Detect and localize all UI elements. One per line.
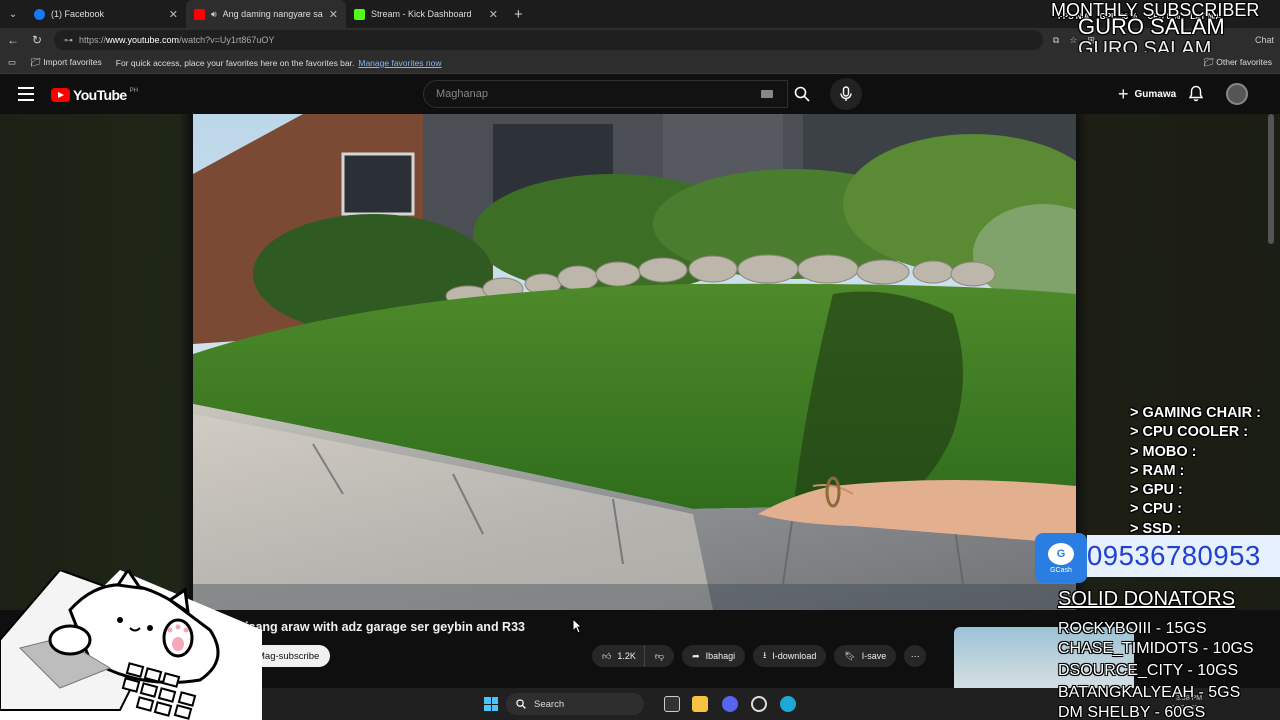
favorites-icon[interactable]: ☆ bbox=[1069, 35, 1077, 46]
chevron-down-icon: ⌄ bbox=[8, 8, 18, 20]
search-button[interactable] bbox=[787, 80, 817, 108]
youtube-header: YouTube PH Maghanap + Gumawa bbox=[0, 74, 1280, 114]
create-label: Gumawa bbox=[1134, 88, 1177, 100]
close-icon[interactable]: ✕ bbox=[169, 8, 178, 21]
create-button[interactable]: + Gumawa bbox=[1110, 82, 1184, 106]
task-view-icon[interactable] bbox=[664, 696, 680, 712]
donation-phone-number: 09536780953 bbox=[1087, 535, 1280, 577]
favorites-bar: ▭ 📁︎ Import favorites For quick access, … bbox=[0, 52, 1280, 74]
more-actions-button[interactable]: ⋯ bbox=[904, 645, 927, 667]
share-label: Ibahagi bbox=[705, 651, 736, 661]
search-input[interactable]: Maghanap bbox=[423, 80, 788, 108]
share-icon: ➦ bbox=[692, 650, 700, 661]
voice-search-button[interactable] bbox=[830, 78, 862, 110]
extensions-icon[interactable]: ⧉ bbox=[1053, 35, 1059, 46]
country-code: PH bbox=[129, 88, 138, 94]
donator-item: BATANGKALYEAH - 5GS bbox=[1058, 684, 1241, 701]
microphone-icon bbox=[840, 86, 852, 101]
close-icon[interactable]: ✕ bbox=[329, 8, 338, 21]
page-scrollbar[interactable] bbox=[1268, 114, 1274, 244]
search-icon bbox=[794, 86, 810, 102]
donator-item: CHASE_TIMIDOTS - 10GS bbox=[1058, 640, 1254, 657]
other-favorites[interactable]: 📁︎ Other favorites bbox=[1203, 57, 1272, 68]
site-info-icon[interactable]: ⊶ bbox=[64, 35, 73, 46]
profile-chat-label[interactable]: Chat bbox=[1255, 35, 1274, 45]
obs-icon[interactable] bbox=[751, 696, 767, 712]
video-frame-image bbox=[193, 114, 1076, 610]
dislike-button[interactable]: 👎︎ bbox=[643, 645, 675, 667]
tab-kick[interactable]: Stream - Kick Dashboard ✕ bbox=[346, 0, 506, 28]
notifications-icon[interactable] bbox=[1188, 85, 1204, 102]
windows-start-icon[interactable] bbox=[484, 697, 498, 711]
kick-icon bbox=[354, 8, 365, 20]
thumbs-down-icon: 👎︎ bbox=[654, 650, 665, 661]
youtube-logo[interactable]: YouTube PH bbox=[51, 87, 138, 103]
share-button[interactable]: ➦ Ibahagi bbox=[682, 645, 746, 667]
youtube-icon bbox=[194, 8, 205, 20]
back-icon[interactable]: ← bbox=[6, 33, 20, 47]
gcash-icon: G bbox=[1048, 542, 1074, 565]
like-count: 1.2K bbox=[617, 651, 636, 661]
plus-icon: + bbox=[1118, 83, 1129, 104]
video-player[interactable] bbox=[193, 114, 1076, 610]
discord-icon[interactable] bbox=[722, 696, 738, 712]
youtube-play-icon bbox=[51, 88, 70, 102]
thumbs-up-icon: 👍︎ bbox=[602, 650, 612, 661]
bookmark-icon: 🔖︎ bbox=[844, 650, 856, 661]
monthly-subscriber-name: GURO SALAM bbox=[1078, 14, 1225, 39]
donator-item: DSOURCE_CITY - 10GS bbox=[1058, 662, 1239, 679]
like-button[interactable]: 👍︎ 1.2K bbox=[592, 645, 644, 667]
monthly-subscriber-name-echo: GURO SALAM bbox=[1078, 38, 1212, 52]
manage-favorites-link[interactable]: Manage favorites now bbox=[358, 58, 441, 68]
screen: ⌄ (1) Facebook ✕ 🔊︎ Ang daming nangyare … bbox=[0, 0, 1280, 720]
search-placeholder: Maghanap bbox=[436, 88, 488, 100]
gcash-label: GCash bbox=[1050, 566, 1072, 574]
tab-title: (1) Facebook bbox=[51, 9, 105, 19]
tab-title: Stream - Kick Dashboard bbox=[371, 9, 472, 19]
taskbar-search[interactable]: Search bbox=[506, 693, 644, 715]
url-text: https://www.youtube.com/watch?v=Uy1rt867… bbox=[79, 35, 275, 45]
tab-facebook[interactable]: (1) Facebook ✕ bbox=[26, 0, 186, 28]
tab-actions-menu[interactable]: ⌄ bbox=[0, 0, 26, 28]
tab-title: Ang daming nangyare sa loob bbox=[222, 9, 323, 19]
mouse-cursor-icon bbox=[572, 618, 582, 634]
edge-icon[interactable] bbox=[780, 696, 796, 712]
bongo-cat-overlay bbox=[0, 570, 262, 720]
save-label: I-save bbox=[861, 651, 887, 661]
sidebar-toggle-icon[interactable]: ▭ bbox=[8, 57, 16, 68]
import-favorites[interactable]: 📁︎ Import favorites bbox=[30, 57, 102, 68]
menu-icon[interactable] bbox=[18, 87, 34, 101]
video-actions: 👍︎ 1.2K 👎︎ ➦ Ibahagi ⭳ I-download 🔖︎ I-s… bbox=[592, 645, 927, 667]
address-bar[interactable]: ⊶ https://www.youtube.com/watch?v=Uy1rt8… bbox=[54, 30, 1043, 50]
gcash-logo: G GCash bbox=[1035, 533, 1087, 583]
more-icon: ⋯ bbox=[910, 650, 920, 661]
donator-item: DM SHELBY - 60GS bbox=[1058, 704, 1206, 720]
save-button[interactable]: 🔖︎ I-save bbox=[834, 645, 897, 667]
new-tab-button[interactable]: + bbox=[506, 6, 531, 23]
download-label: I-download bbox=[772, 651, 817, 661]
favorites-hint: For quick access, place your favorites h… bbox=[115, 57, 355, 68]
tab-youtube[interactable]: 🔊︎ Ang daming nangyare sa loob ✕ bbox=[186, 0, 346, 28]
refresh-icon[interactable]: ↻ bbox=[30, 33, 44, 47]
pc-specs-overlay: > GAMING CHAIR : > CPU COOLER : > MOBO :… bbox=[1130, 405, 1261, 537]
keyboard-icon[interactable] bbox=[761, 90, 773, 98]
solid-donators-heading: SOLID DONATORS bbox=[1058, 588, 1236, 610]
donator-item: ROCKYBOIII - 15GS bbox=[1058, 620, 1207, 637]
taskbar-search-label: Search bbox=[534, 698, 565, 710]
close-icon[interactable]: ✕ bbox=[489, 8, 498, 21]
download-icon: ⭳ bbox=[763, 650, 767, 660]
search-icon bbox=[516, 699, 526, 709]
download-button[interactable]: ⭳ I-download bbox=[753, 645, 827, 667]
speaker-icon[interactable]: 🔊︎ bbox=[211, 9, 217, 20]
avatar[interactable] bbox=[1226, 83, 1248, 105]
logo-text: YouTube bbox=[73, 87, 127, 103]
file-explorer-icon[interactable] bbox=[692, 696, 708, 712]
facebook-icon bbox=[34, 8, 45, 20]
